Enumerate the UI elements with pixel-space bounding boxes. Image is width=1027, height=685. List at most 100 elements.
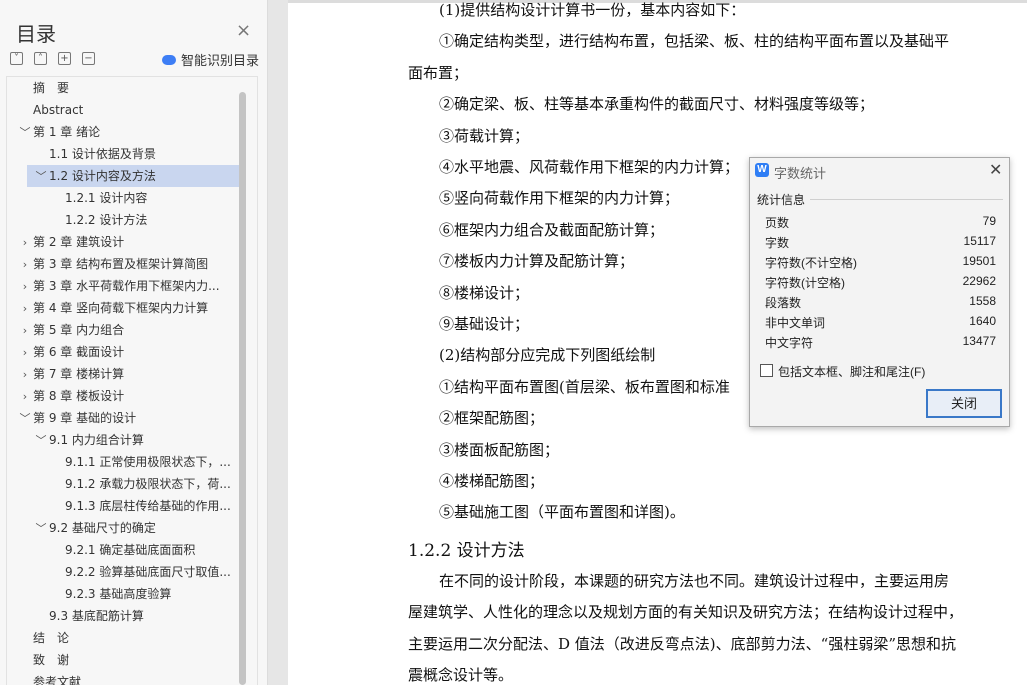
- document-line: ②确定梁、板、柱等基本承重构件的截面尺寸、材料强度等级等；: [439, 95, 875, 114]
- toc-item[interactable]: 1.2.1 设计内容: [7, 187, 239, 209]
- toc-item-label: 结 论: [33, 631, 70, 645]
- toc-item-label: 第 6 章 截面设计: [33, 345, 125, 359]
- toc-item[interactable]: Abstract: [7, 99, 239, 121]
- chevron-down-icon[interactable]: ﹀: [17, 122, 33, 143]
- toc-item[interactable]: › 第 2 章 建筑设计: [7, 231, 239, 253]
- chevron-down-icon[interactable]: ﹀: [33, 518, 49, 539]
- dialog-close-icon[interactable]: ✕: [989, 160, 1002, 180]
- toc-item[interactable]: 参考文献: [7, 671, 239, 685]
- toc-item[interactable]: ﹀ 第 1 章 绪论: [7, 121, 239, 143]
- chevron-right-icon[interactable]: ›: [17, 232, 33, 253]
- toc-item-label: 致 谢: [33, 653, 70, 667]
- close-icon[interactable]: ×: [236, 22, 251, 40]
- toc-item[interactable]: ﹀ 1.2 设计内容及方法: [27, 165, 239, 187]
- toc-item[interactable]: › 第 4 章 竖向荷载下框架内力计算: [7, 297, 239, 319]
- stat-value: 13477: [962, 334, 996, 348]
- chevron-right-icon[interactable]: ›: [17, 386, 33, 407]
- stats-section-label: 统计信息: [757, 193, 806, 207]
- toc-item-label: 参考文献: [33, 675, 82, 685]
- smart-recognize-button[interactable]: 智能识别目录: [162, 50, 259, 69]
- document-line: 震概念设计等。: [408, 666, 514, 685]
- close-button[interactable]: 关闭: [926, 389, 1002, 418]
- sidebar-scrollbar[interactable]: [239, 92, 246, 685]
- document-line: ④楼梯配筋图；: [439, 472, 545, 490]
- toc-item-label: 9.1.2 承载力极限状态下，荷...: [65, 477, 231, 491]
- toc-item-label: 1.2 设计内容及方法: [49, 169, 156, 183]
- toc-item[interactable]: 摘 要: [7, 77, 239, 99]
- toc-item[interactable]: 致 谢: [7, 649, 239, 671]
- toc-item[interactable]: 9.2.1 确定基础底面面积: [7, 539, 239, 561]
- include-textbox-label[interactable]: 包括文本框、脚注和尾注(F): [778, 363, 925, 380]
- toc-item[interactable]: 9.3 基底配筋计算: [7, 605, 239, 627]
- stat-row: 字符数(计空格) 22962: [765, 274, 996, 294]
- smart-recognize-label: 智能识别目录: [181, 54, 260, 69]
- include-textbox-checkbox[interactable]: [760, 364, 773, 377]
- stat-label: 字符数(不计空格): [765, 256, 857, 270]
- toc-item-label: 9.2.3 基础高度验算: [65, 587, 172, 601]
- wps-logo-icon: W: [755, 163, 769, 177]
- toc-item[interactable]: 9.1.2 承载力极限状态下，荷...: [7, 473, 239, 495]
- toc-item[interactable]: 1.1 设计依据及背景: [7, 143, 239, 165]
- toc-item-label: 1.2.2 设计方法: [65, 213, 148, 227]
- stat-label: 字数: [765, 236, 790, 250]
- toc-item-label: 9.2 基础尺寸的确定: [49, 521, 156, 535]
- chevron-right-icon[interactable]: ›: [17, 342, 33, 363]
- toc-item[interactable]: ﹀ 第 9 章 基础的设计: [7, 407, 239, 429]
- toc-item[interactable]: › 第 5 章 内力组合: [7, 319, 239, 341]
- toc-item-label: 第 3 章 水平荷载作用下框架内力...: [33, 279, 220, 293]
- toc-item[interactable]: › 第 8 章 楼板设计: [7, 385, 239, 407]
- toc-item[interactable]: › 第 3 章 结构布置及框架计算简图: [7, 253, 239, 275]
- toc-item[interactable]: › 第 6 章 截面设计: [7, 341, 239, 363]
- chevron-down-icon[interactable]: ﹀: [33, 430, 49, 451]
- toc-item[interactable]: 1.2.2 设计方法: [7, 209, 239, 231]
- chevron-right-icon[interactable]: ›: [17, 320, 33, 341]
- stat-label: 字符数(计空格): [765, 276, 845, 290]
- document-line: ③荷载计算；: [439, 126, 530, 145]
- stat-row: 字符数(不计空格) 19501: [765, 254, 996, 274]
- stat-row: 页数 79: [765, 214, 996, 234]
- toc-item-label: 第 3 章 结构布置及框架计算简图: [33, 257, 209, 271]
- toc-item[interactable]: ﹀ 9.1 内力组合计算: [7, 429, 239, 451]
- chevron-right-icon[interactable]: ›: [17, 298, 33, 319]
- toc-item[interactable]: 9.1.3 底层柱传给基础的作用...: [7, 495, 239, 517]
- toc-item-label: 9.2.1 确定基础底面面积: [65, 543, 196, 557]
- toc-item[interactable]: 9.2.3 基础高度验算: [7, 583, 239, 605]
- toc-item-label: 第 4 章 竖向荷载下框架内力计算: [33, 301, 209, 315]
- stat-row: 中文字符 13477: [765, 334, 996, 354]
- toc-item-label: 第 8 章 楼板设计: [33, 389, 125, 403]
- stat-value: 1558: [969, 294, 996, 308]
- toc-item-label: 9.1.3 底层柱传给基础的作用...: [65, 499, 231, 513]
- section-divider: [810, 199, 1003, 200]
- chevron-down-icon[interactable]: ﹀: [17, 408, 33, 429]
- toc-item-label: 1.2.1 设计内容: [65, 191, 148, 205]
- toc-item[interactable]: 9.1.1 正常使用极限状态下，...: [7, 451, 239, 473]
- document-line: (1)提供结构设计计算书一份，基本内容如下：: [439, 1, 746, 19]
- toc-item-label: 第 1 章 绪论: [33, 125, 101, 139]
- toc-item-label: 第 2 章 建筑设计: [33, 235, 125, 249]
- stat-label: 非中文单词: [765, 316, 826, 330]
- collapse-all-icon[interactable]: ˅: [10, 52, 23, 65]
- document-line: ③楼面板配筋图；: [439, 440, 560, 459]
- add-icon[interactable]: +: [58, 52, 71, 65]
- toc-item[interactable]: › 第 7 章 楼梯计算: [7, 363, 239, 385]
- stat-row: 字数 15117: [765, 234, 996, 254]
- expand-up-icon[interactable]: ˄: [34, 52, 47, 65]
- toc-item[interactable]: 结 论: [7, 627, 239, 649]
- chevron-down-icon[interactable]: ﹀: [33, 166, 49, 187]
- smart-cloud-icon: [162, 54, 176, 65]
- toc-item-label: 摘 要: [33, 81, 70, 95]
- toc-item[interactable]: ﹀ 9.2 基础尺寸的确定: [7, 517, 239, 539]
- toc-item[interactable]: 9.2.2 验算基础底面尺寸取值...: [7, 561, 239, 583]
- dialog-title: 字数统计: [774, 166, 827, 181]
- toc-item-label: 第 9 章 基础的设计: [33, 411, 137, 425]
- toc-item[interactable]: › 第 3 章 水平荷载作用下框架内力...: [7, 275, 239, 297]
- stat-label: 中文字符: [765, 336, 814, 350]
- chevron-right-icon[interactable]: ›: [17, 276, 33, 297]
- remove-icon[interactable]: −: [82, 52, 95, 65]
- chevron-right-icon[interactable]: ›: [17, 364, 33, 385]
- toc-item-label: 9.1.1 正常使用极限状态下，...: [65, 455, 231, 469]
- chevron-right-icon[interactable]: ›: [17, 254, 33, 275]
- document-line: 屋建筑学、人性化的理念以及规划方面的有关知识及研究方法；在结构设计过程中，: [408, 603, 964, 622]
- sidebar-title: 目录: [16, 22, 56, 46]
- word-count-dialog: W 字数统计 ✕ 统计信息 页数 79 字数 15117 字符数(不计空格) 19501 字…: [749, 157, 1010, 427]
